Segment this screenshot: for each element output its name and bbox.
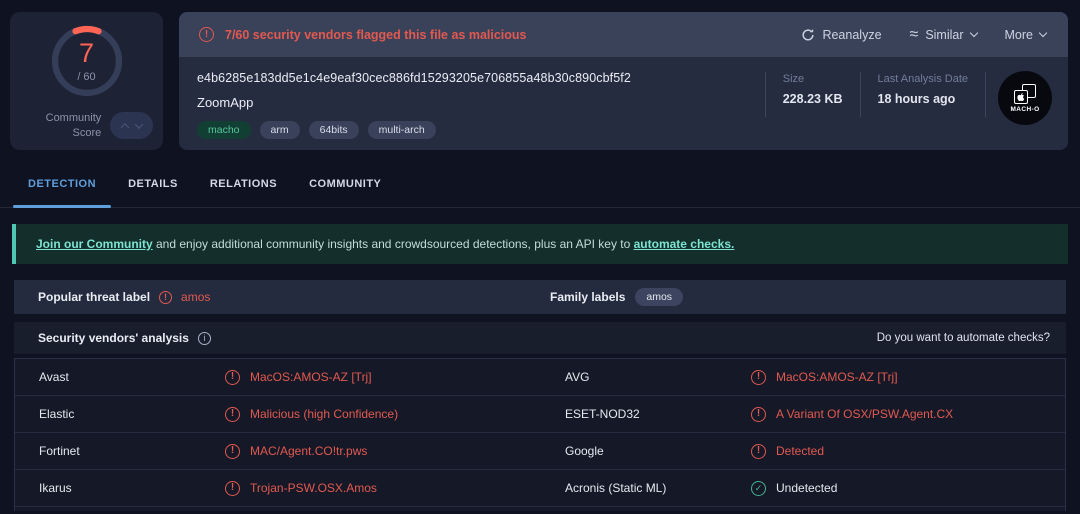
score-value: 7 — [79, 40, 94, 67]
family-label-pill[interactable]: amos — [635, 288, 683, 306]
vendor-name: Google — [541, 444, 731, 458]
community-score-label: Community Score — [20, 111, 101, 141]
tab-details[interactable]: DETAILS — [128, 174, 178, 207]
vendor-name: Avast — [15, 370, 205, 384]
alert-icon — [159, 291, 172, 304]
detection-result: MacOS:AMOS-AZ [Trj] — [731, 370, 1065, 385]
header-section: 7 / 60 Community Score 7/60 security ven… — [0, 0, 1080, 150]
community-banner: Join our Community and enjoy additional … — [12, 224, 1068, 264]
table-row: Fortinet MAC/Agent.CO!tr.pws Google Dete… — [15, 433, 1065, 470]
vendor-name: Ikarus — [15, 481, 205, 495]
family-labels-title: Family labels — [550, 290, 625, 304]
macho-file-type-badge: MACH-O — [998, 71, 1052, 125]
tab-detection[interactable]: DETECTION — [28, 174, 96, 207]
check-icon — [751, 481, 766, 496]
detection-result: MacOS:AMOS-AZ [Trj] — [205, 370, 541, 385]
detection-result: Detected — [731, 444, 1065, 459]
size-value: 228.23 KB — [783, 92, 843, 106]
vendors-analysis-title: Security vendors' analysis — [38, 331, 189, 345]
automate-checks-prompt[interactable]: Do you want to automate checks? — [877, 332, 1050, 344]
vote-down-icon[interactable] — [134, 120, 142, 128]
detection-result: A Variant Of OSX/PSW.Agent.CX — [731, 407, 1065, 422]
file-tags: macho arm 64bits multi-arch — [197, 121, 765, 139]
file-name: ZoomApp — [197, 95, 765, 110]
detection-result: MAC/Agent.CO!tr.pws — [205, 444, 541, 459]
popular-threat-label-value[interactable]: amos — [181, 290, 210, 304]
tag-multi-arch[interactable]: multi-arch — [368, 121, 436, 139]
table-row-partial — [15, 507, 1065, 511]
popular-threat-label-title: Popular threat label — [38, 290, 150, 304]
detection-score-gauge: 7 / 60 — [45, 19, 129, 103]
similar-button[interactable]: ≈ Similar — [910, 28, 977, 42]
vendor-name: Elastic — [15, 407, 205, 421]
alert-icon — [751, 407, 766, 422]
detection-result-clean: Undetected — [731, 481, 1065, 496]
last-analysis-label: Last Analysis Date — [878, 73, 969, 85]
chevron-down-icon — [1039, 28, 1047, 36]
file-report-card: 7/60 security vendors flagged this file … — [179, 12, 1068, 150]
vendor-name: Acronis (Static ML) — [541, 481, 731, 495]
community-vote-widget[interactable] — [110, 112, 153, 139]
file-info-section: e4b6285e183dd5e1c4e9eaf30cec886fd1529320… — [179, 57, 1068, 150]
tag-arm[interactable]: arm — [260, 121, 300, 139]
community-score-card: 7 / 60 Community Score — [10, 12, 163, 150]
vendors-analysis-header: Security vendors' analysis Do you want t… — [14, 322, 1066, 354]
alert-icon — [225, 407, 240, 422]
macho-badge-label: MACH-O — [1010, 106, 1039, 113]
automate-checks-link[interactable]: automate checks. — [634, 237, 735, 251]
tab-community[interactable]: COMMUNITY — [309, 174, 381, 207]
table-row: Elastic Malicious (high Confidence) ESET… — [15, 396, 1065, 433]
size-label: Size — [783, 73, 843, 85]
threat-label-bar: Popular threat label amos Family labels … — [14, 280, 1066, 314]
alert-icon — [225, 444, 240, 459]
macho-icon — [1014, 84, 1036, 104]
more-button[interactable]: More — [1005, 28, 1046, 42]
alert-message: 7/60 security vendors flagged this file … — [225, 28, 527, 42]
file-hash: e4b6285e183dd5e1c4e9eaf30cec886fd1529320… — [197, 71, 765, 85]
alert-icon — [225, 481, 240, 496]
vote-up-icon[interactable] — [120, 123, 128, 131]
tab-relations[interactable]: RELATIONS — [210, 174, 277, 207]
vendor-name: AVG — [541, 370, 731, 384]
info-icon[interactable] — [198, 332, 211, 345]
alert-icon — [225, 370, 240, 385]
table-row: Avast MacOS:AMOS-AZ [Trj] AVG MacOS:AMOS… — [15, 359, 1065, 396]
tag-64bits[interactable]: 64bits — [309, 121, 359, 139]
apple-logo-icon — [1017, 92, 1025, 101]
detection-alert-bar: 7/60 security vendors flagged this file … — [179, 12, 1068, 57]
vendor-name: Fortinet — [15, 444, 205, 458]
vendors-analysis-table: Avast MacOS:AMOS-AZ [Trj] AVG MacOS:AMOS… — [14, 358, 1066, 511]
divider — [985, 72, 986, 117]
refresh-icon — [801, 28, 815, 42]
alert-icon — [751, 444, 766, 459]
tag-macho[interactable]: macho — [197, 121, 251, 139]
detection-result: Malicious (high Confidence) — [205, 407, 541, 422]
last-analysis-value: 18 hours ago — [878, 92, 969, 106]
join-community-link[interactable]: Join our Community — [36, 237, 153, 251]
banner-text: and enjoy additional community insights … — [153, 237, 634, 251]
reanalyze-button[interactable]: Reanalyze — [801, 28, 881, 42]
score-denominator: / 60 — [77, 71, 95, 83]
vendor-name: ESET-NOD32 — [541, 407, 731, 421]
report-tabs: DETECTION DETAILS RELATIONS COMMUNITY — [0, 174, 1080, 208]
alert-icon — [199, 27, 214, 42]
chevron-down-icon — [969, 28, 977, 36]
alert-icon — [751, 370, 766, 385]
detection-result: Trojan-PSW.OSX.Amos — [205, 481, 541, 496]
table-row: Ikarus Trojan-PSW.OSX.Amos Acronis (Stat… — [15, 470, 1065, 507]
